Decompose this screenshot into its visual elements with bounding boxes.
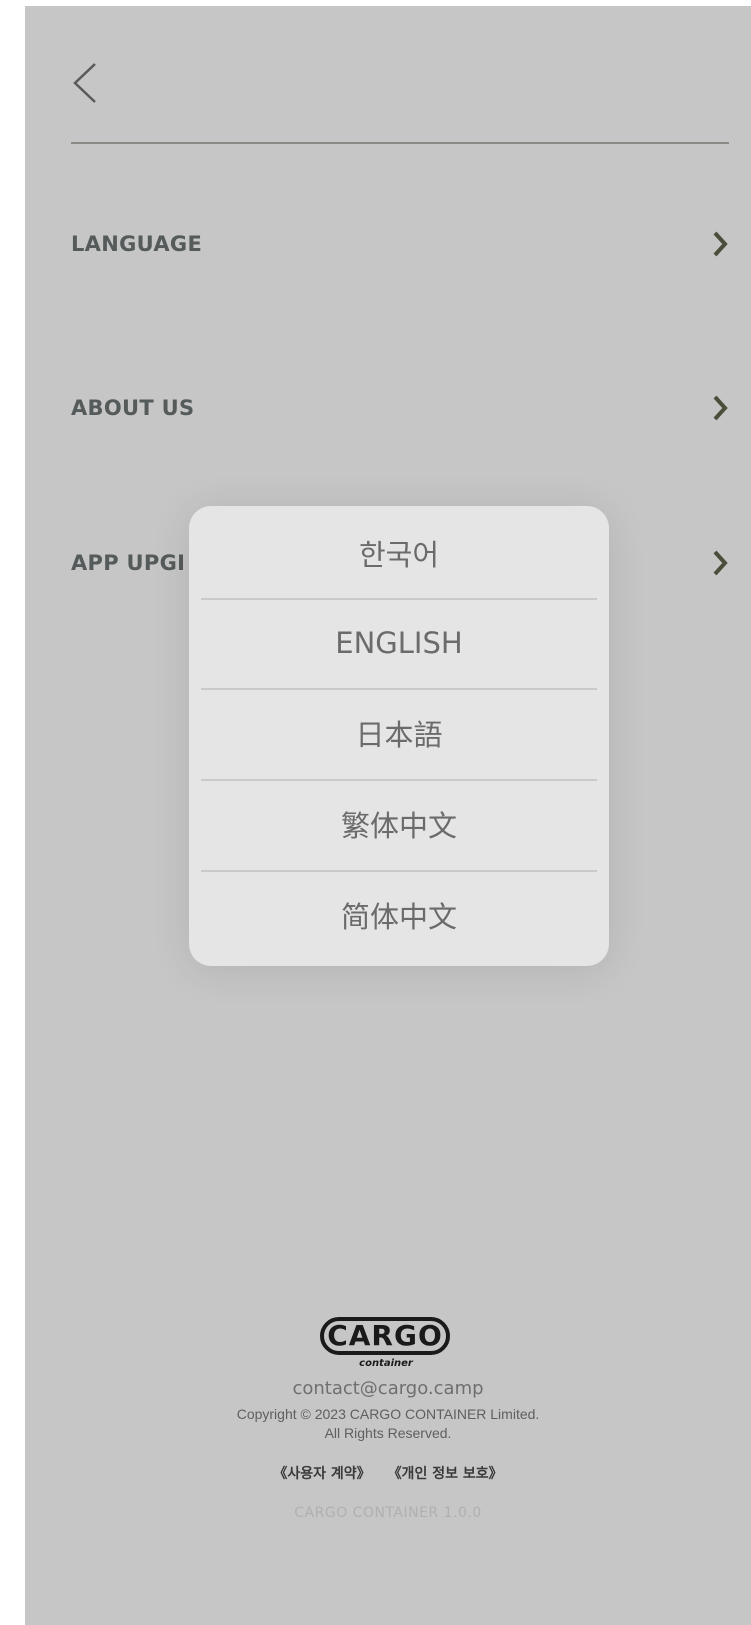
chevron-right-icon <box>713 231 728 257</box>
language-option-english[interactable]: ENGLISH <box>189 598 609 688</box>
menu-item-label: APP UPGI <box>71 551 186 575</box>
chevron-left-icon <box>73 63 96 103</box>
settings-screen: LANGUAGE ABOUT US APP UPGI 한국어 ENGLISH 日… <box>25 6 751 1625</box>
language-option-korean[interactable]: 한국어 <box>189 508 609 598</box>
contact-email[interactable]: contact@cargo.camp <box>25 1378 751 1399</box>
menu-item-about-us[interactable]: ABOUT US <box>71 378 731 438</box>
menu-item-label: ABOUT US <box>71 396 195 420</box>
copyright-line-2: All Rights Reserved. <box>324 1425 452 1441</box>
logo-text: CARGO <box>327 1319 443 1352</box>
chevron-right-icon <box>713 395 728 421</box>
logo-subtext: container <box>359 1358 413 1369</box>
user-agreement-link[interactable]: 《사용자 계약》 <box>273 1466 370 1482</box>
copyright-line-1: Copyright © 2023 CARGO CONTAINER Limited… <box>236 1406 540 1422</box>
copyright: Copyright © 2023 CARGO CONTAINER Limited… <box>25 1405 751 1443</box>
header-divider <box>71 142 729 144</box>
privacy-policy-link[interactable]: 《개인 정보 보호》 <box>388 1466 503 1482</box>
menu-item-label: LANGUAGE <box>71 232 203 256</box>
language-option-japanese[interactable]: 日本語 <box>189 688 609 778</box>
cargo-logo: CARGO container <box>316 1311 456 1371</box>
language-option-traditional-chinese[interactable]: 繁体中文 <box>189 779 609 869</box>
chevron-right-icon <box>713 550 728 576</box>
language-option-simplified-chinese[interactable]: 简体中文 <box>189 870 609 960</box>
back-button[interactable] <box>65 58 109 108</box>
language-popup: 한국어 ENGLISH 日本語 繁体中文 简体中文 <box>189 506 609 966</box>
footer-links: 《사용자 계약》 《개인 정보 보호》 <box>25 1463 751 1483</box>
menu-item-language[interactable]: LANGUAGE <box>71 214 731 274</box>
app-version: CARGO CONTAINER 1.0.0 <box>294 1505 482 1521</box>
logo-badge: CARGO <box>320 1317 450 1355</box>
